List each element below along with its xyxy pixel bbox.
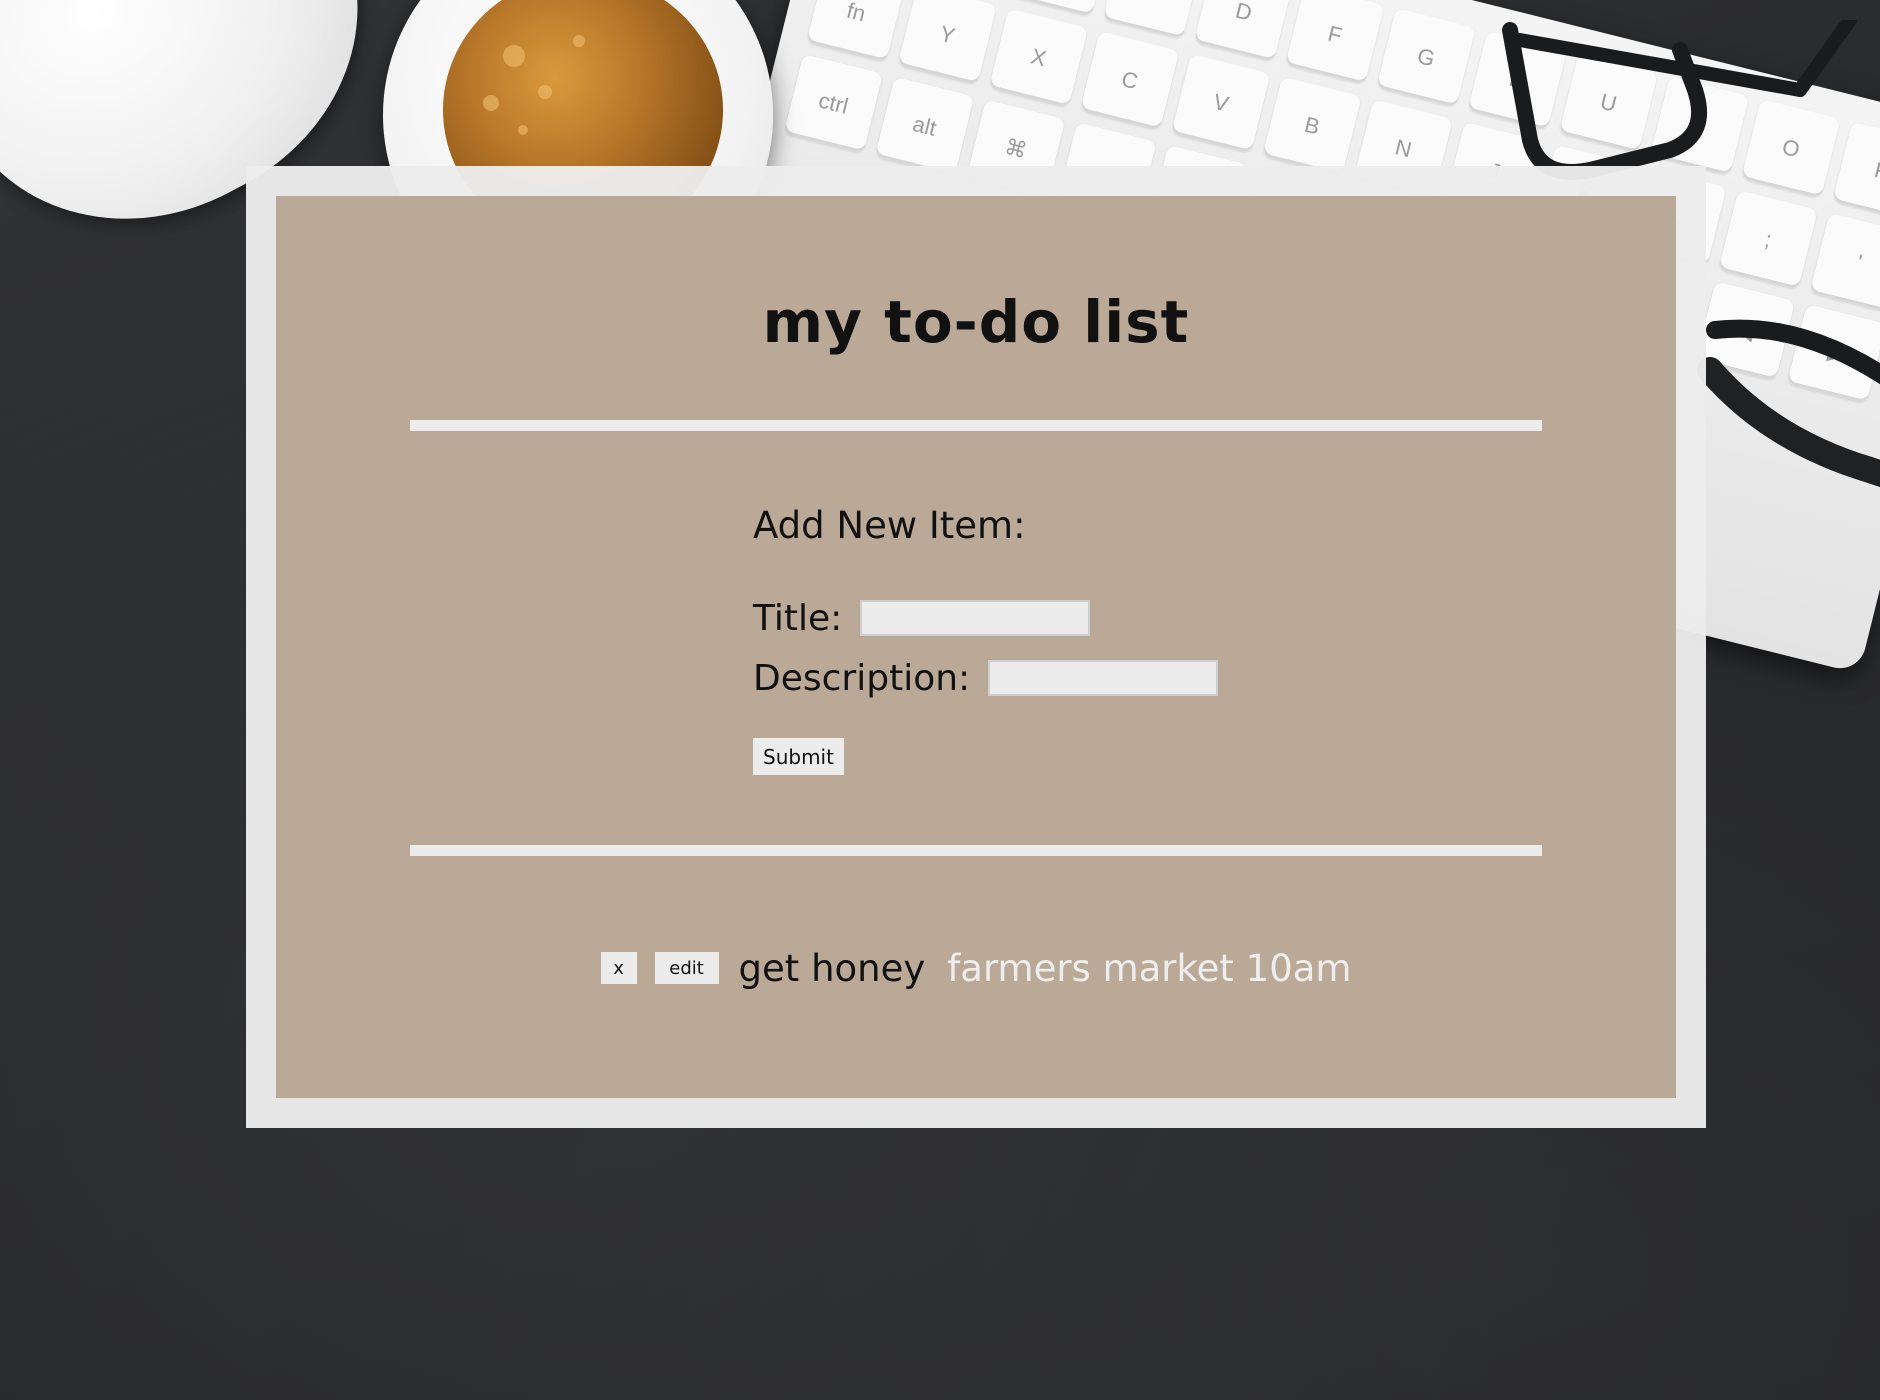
edit-item-button[interactable]: edit: [654, 952, 719, 984]
title-label: Title:: [753, 597, 843, 639]
list-item: x edit get honey farmers market 10am: [276, 938, 1676, 998]
page-title: my to-do list: [762, 288, 1190, 356]
submit-button[interactable]: Submit: [753, 738, 844, 775]
description-field-row: Description:: [753, 648, 1353, 708]
form-heading: Add New Item:: [753, 504, 1026, 547]
title-input[interactable]: [860, 600, 1091, 636]
todo-list: x edit get honey farmers market 10am: [276, 938, 1676, 998]
top-divider: [410, 420, 1542, 431]
todo-description: farmers market 10am: [947, 946, 1352, 990]
title-field-row: Title:: [753, 588, 1353, 648]
todo-title: get honey: [738, 946, 926, 990]
description-label: Description:: [753, 657, 971, 699]
app-frame: my to-do list Add New Item: Title: Descr…: [246, 166, 1706, 1128]
delete-item-button[interactable]: x: [600, 952, 637, 984]
app-panel: my to-do list Add New Item: Title: Descr…: [276, 196, 1676, 1098]
description-input[interactable]: [988, 660, 1219, 696]
add-item-form: Add New Item: Title: Description: Submit: [753, 496, 1353, 775]
bottom-divider: [410, 845, 1542, 856]
